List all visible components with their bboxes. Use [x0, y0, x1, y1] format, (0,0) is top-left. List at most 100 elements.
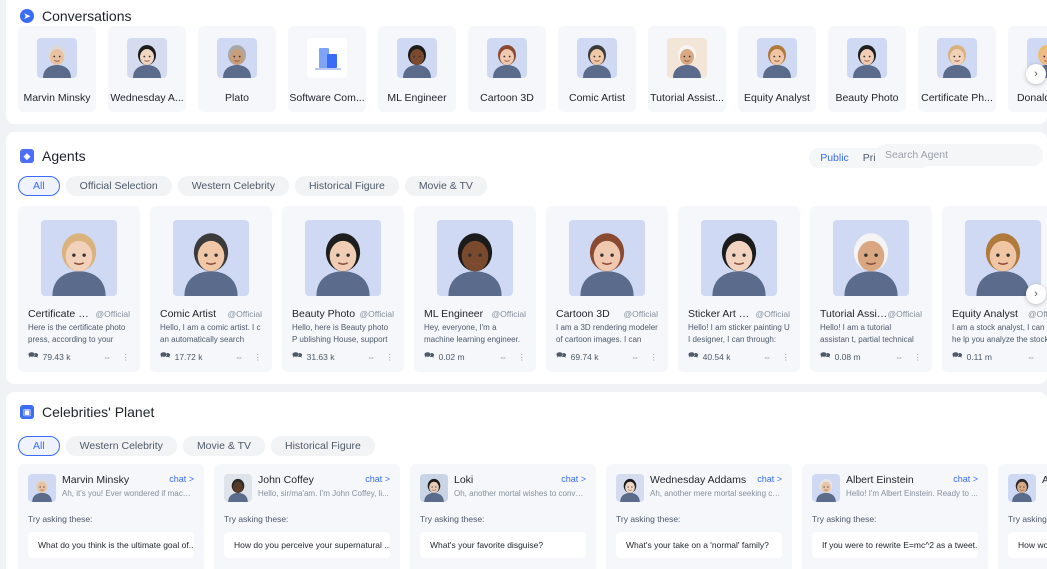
- agent-avatar: [437, 220, 513, 296]
- filter-chip[interactable]: Movie & TV: [182, 436, 266, 456]
- more-icon[interactable]: ⋮: [122, 352, 131, 363]
- agents-scroll-right-button[interactable]: ›: [1026, 284, 1046, 304]
- chat-count: 69.74 k: [570, 352, 599, 362]
- agent-title: Cartoon 3D: [556, 308, 610, 320]
- try-asking-label: Try asking: [1008, 514, 1047, 524]
- more-icon[interactable]: ⋮: [914, 352, 923, 363]
- more-icon[interactable]: ⋮: [518, 352, 527, 363]
- celebrity-card[interactable]: Wednesday Addams Ah, another mere mortal …: [606, 464, 792, 569]
- try-asking-label: Try asking these:: [812, 514, 877, 524]
- official-badge: @Official: [95, 309, 130, 319]
- suggested-question[interactable]: What's your take on a 'normal' family?: [616, 532, 782, 558]
- agent-card[interactable]: Certificate Ph... @Official Here is the ce…: [18, 206, 140, 372]
- share-icon[interactable]: ⇔: [499, 352, 508, 363]
- search-agent-input[interactable]: Search Agent: [875, 144, 1043, 166]
- celebrity-card[interactable]: Albert Einstein Hello! I'm Albert Einstei…: [802, 464, 988, 569]
- more-icon[interactable]: ⋮: [782, 352, 791, 363]
- chat-count-icon: 🗪: [28, 350, 39, 360]
- filter-chip[interactable]: Official Selection: [65, 176, 172, 196]
- conversation-name: Plato: [225, 92, 249, 104]
- share-icon[interactable]: ⇔: [895, 352, 904, 363]
- chat-count: 17.72 k: [174, 352, 203, 362]
- agent-card[interactable]: Cartoon 3D @Official I am a 3D rendering m…: [546, 206, 668, 372]
- filter-chip[interactable]: Movie & TV: [404, 176, 487, 196]
- avatar: [577, 38, 617, 78]
- conversation-item[interactable]: Cartoon 3D: [468, 26, 546, 112]
- official-badge: @Official: [491, 309, 526, 319]
- more-icon[interactable]: ⋮: [386, 352, 395, 363]
- agents-title: Agents: [42, 148, 86, 164]
- agent-title: Beauty Photo: [292, 308, 356, 320]
- chat-button[interactable]: chat >: [561, 474, 586, 484]
- conversation-item[interactable]: ML Engineer: [378, 26, 456, 112]
- chat-count-icon: 🗪: [556, 350, 567, 360]
- filter-chip[interactable]: Historical Figure: [271, 436, 375, 456]
- agent-title: Certificate Ph...: [28, 308, 96, 320]
- chat-button[interactable]: chat >: [757, 474, 782, 484]
- celebrity-filter-chips: All Western Celebrity Movie & TV Historical…: [18, 436, 375, 456]
- filter-chip[interactable]: Western Celebrity: [65, 436, 177, 456]
- suggested-question[interactable]: How wo: [1008, 532, 1047, 558]
- conversation-item[interactable]: Equity Analyst: [738, 26, 816, 112]
- official-badge: @Offic: [1028, 309, 1047, 319]
- try-asking-label: Try asking these:: [28, 514, 93, 524]
- chat-button[interactable]: chat >: [365, 474, 390, 484]
- filter-chip[interactable]: Historical Figure: [294, 176, 399, 196]
- celebrity-card[interactable]: Marvin Minsky Ah, it's you! Ever wondered…: [18, 464, 204, 569]
- conversation-name: Comic Artist: [568, 92, 625, 104]
- chat-button[interactable]: chat >: [953, 474, 978, 484]
- chat-count-icon: 🗪: [292, 350, 303, 360]
- agent-card[interactable]: Beauty Photo @Official Hello, here is Beau…: [282, 206, 404, 372]
- scroll-right-button[interactable]: ›: [1026, 64, 1046, 84]
- agent-card[interactable]: Sticker Art UI ... @Official Hello! I am s…: [678, 206, 800, 372]
- conversation-item[interactable]: Tutorial Assist...: [648, 26, 726, 112]
- suggested-question[interactable]: If you were to rewrite E=mc^2 as a tweet…: [812, 532, 978, 558]
- celebrity-card[interactable]: Loki Oh, another mortal wishes to conve..…: [410, 464, 596, 569]
- agent-card[interactable]: Tutorial Assist... @Official Hello! I am a…: [810, 206, 932, 372]
- chat-button[interactable]: chat >: [169, 474, 194, 484]
- suggested-question[interactable]: What's your favorite disguise?: [420, 532, 586, 558]
- conversation-item[interactable]: Certificate Ph...: [918, 26, 996, 112]
- share-icon[interactable]: ⇔: [235, 352, 244, 363]
- official-badge: @Official: [227, 309, 262, 319]
- visibility-public[interactable]: Public: [813, 152, 856, 164]
- celebrity-name: Abraham Lincoln: [1042, 474, 1047, 486]
- conversation-item[interactable]: Wednesday A...: [108, 26, 186, 112]
- celebrities-header: ▣ Celebrities' Planet: [20, 404, 154, 420]
- agent-description: Hello, here is Beauty photo P ublishing …: [292, 323, 389, 344]
- more-icon[interactable]: ⋮: [254, 352, 263, 363]
- suggested-question[interactable]: What do you think is the ultimate goal o…: [28, 532, 194, 558]
- share-icon[interactable]: ⇔: [367, 352, 376, 363]
- share-icon[interactable]: ⇔: [631, 352, 640, 363]
- conversation-item[interactable]: Beauty Photo: [828, 26, 906, 112]
- celebrity-avatar: [224, 474, 252, 502]
- celebrities-title: Celebrities' Planet: [42, 404, 155, 420]
- agent-title: Equity Analyst: [952, 308, 1018, 320]
- celebrities-panel: ▣ Celebrities' Planet All Western Celebri…: [6, 392, 1047, 569]
- celebrity-greeting: Ah, it's you! Ever wondered if machi...: [62, 489, 194, 498]
- share-icon[interactable]: ⇔: [1027, 352, 1036, 363]
- conversation-item[interactable]: Plato: [198, 26, 276, 112]
- filter-chip[interactable]: Western Celebrity: [177, 176, 289, 196]
- filter-chip[interactable]: All: [18, 436, 60, 456]
- official-badge: @Official: [887, 309, 922, 319]
- conversation-name: Marvin Minsky: [23, 92, 91, 104]
- chevron-right-icon: ›: [1034, 68, 1038, 80]
- conversation-item[interactable]: Marvin Minsky: [18, 26, 96, 112]
- share-icon[interactable]: ⇔: [103, 352, 112, 363]
- conversation-item[interactable]: Software Com...: [288, 26, 366, 112]
- agent-card[interactable]: ML Engineer @Official Hey, everyone, I'm a…: [414, 206, 536, 372]
- agents-panel: ◆ Agents Public Private all Search Agent…: [6, 132, 1047, 384]
- suggested-question[interactable]: How do you perceive your supernatural ..…: [224, 532, 390, 558]
- agent-card[interactable]: Comic Artist @Official Hello, I am a comic…: [150, 206, 272, 372]
- share-icon[interactable]: ⇔: [763, 352, 772, 363]
- more-icon[interactable]: ⋮: [650, 352, 659, 363]
- agent-description: I am a stock analyst, I can he lp you an…: [952, 323, 1047, 344]
- conversation-item[interactable]: Comic Artist: [558, 26, 636, 112]
- celebrity-avatar: [616, 474, 644, 502]
- celebrity-avatar: [1008, 474, 1036, 502]
- filter-chip[interactable]: All: [18, 176, 60, 196]
- celebrity-card[interactable]: Abraham Lincolnchat >Try askingHow wo: [998, 464, 1047, 569]
- conversations-title: Conversations: [42, 8, 132, 24]
- celebrity-card[interactable]: John Coffey Hello, sir/ma'am. I'm John Co…: [214, 464, 400, 569]
